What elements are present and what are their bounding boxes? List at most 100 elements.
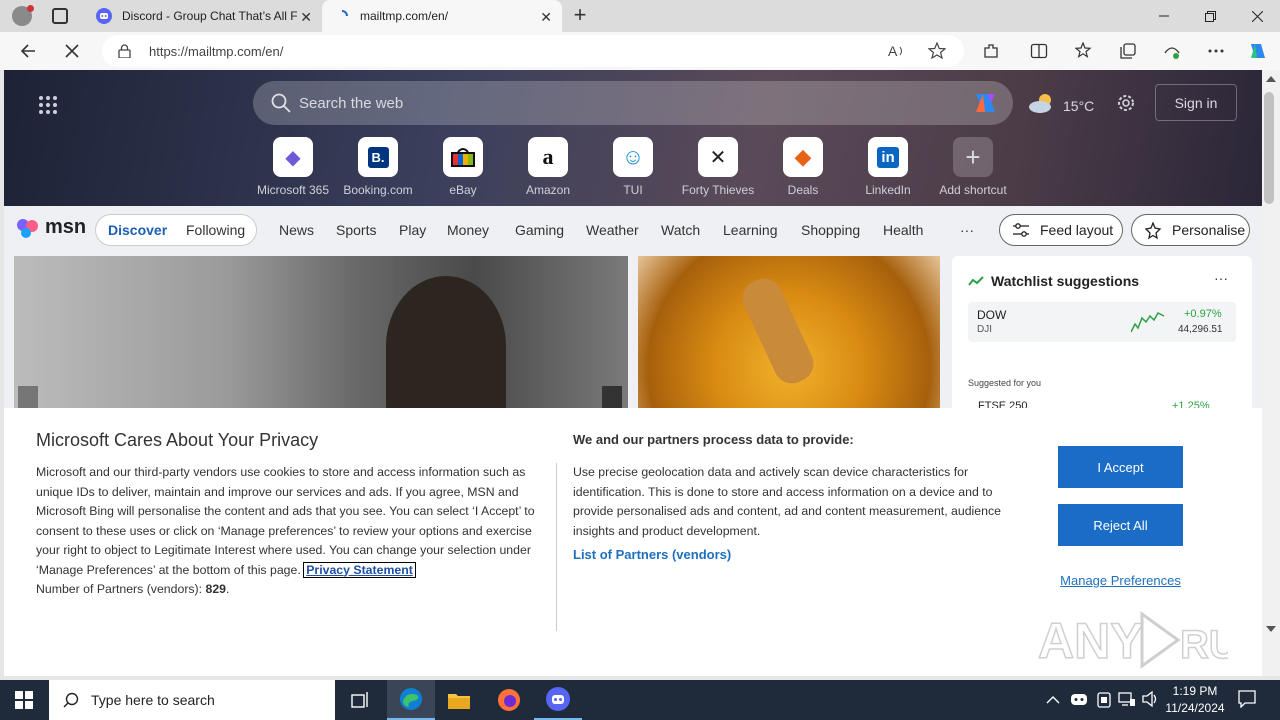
page-settings-icon[interactable] xyxy=(1116,93,1136,118)
sign-in-button[interactable]: Sign in xyxy=(1155,84,1237,121)
search-placeholder: Search the web xyxy=(299,94,404,112)
privacy-body-text: Microsoft and our third-party vendors us… xyxy=(36,465,535,577)
tab-discord[interactable]: Discord - Group Chat That’s All F ✕ xyxy=(84,0,322,32)
watchlist-row-dow[interactable]: DOW DJI +0.97% 44,296.51 xyxy=(968,302,1236,342)
personalise-label: Personalise xyxy=(1172,222,1246,238)
address-bar[interactable]: https://mailtmp.com/en/ A xyxy=(102,35,964,67)
weather-temp: 15°C xyxy=(1063,97,1095,114)
accept-button[interactable]: I Accept xyxy=(1058,446,1183,488)
amazon-icon: a xyxy=(528,137,568,177)
split-screen-icon[interactable] xyxy=(1026,38,1052,64)
svg-text:ANY: ANY xyxy=(1038,613,1144,669)
nav-money[interactable]: Money xyxy=(447,222,489,238)
copilot-icon[interactable] xyxy=(1245,38,1271,64)
discord-icon xyxy=(96,8,112,24)
close-tab-icon[interactable]: ✕ xyxy=(540,9,552,26)
nav-news[interactable]: News xyxy=(279,222,314,238)
new-tab-button[interactable]: + xyxy=(568,3,592,27)
stop-loading-icon[interactable] xyxy=(59,38,85,64)
scroll-up-icon[interactable] xyxy=(1266,76,1276,82)
defender-tray-icon[interactable] xyxy=(1096,691,1112,714)
person-silhouette xyxy=(386,276,506,416)
system-clock[interactable]: 1:19 PM 11/24/2024 xyxy=(1160,683,1230,717)
file-explorer-icon[interactable] xyxy=(435,680,483,720)
show-hidden-icons-icon[interactable] xyxy=(1046,692,1060,710)
stock-index: DJI xyxy=(977,324,992,335)
more-nav-icon[interactable]: ··· xyxy=(960,222,974,238)
weather-widget[interactable]: 15°C xyxy=(1028,92,1094,119)
app-launcher-icon[interactable] xyxy=(38,95,58,120)
discord-tray-icon[interactable] xyxy=(1070,691,1088,712)
settings-more-icon[interactable] xyxy=(1203,38,1229,64)
honey-dipper xyxy=(736,272,820,390)
tab-strip: Discord - Group Chat That’s All F ✕ mail… xyxy=(0,0,1280,32)
feed-layout-button[interactable]: Feed layout xyxy=(999,214,1123,246)
personalise-button[interactable]: Personalise xyxy=(1131,214,1250,246)
nav-watch[interactable]: Watch xyxy=(661,222,700,238)
nav-sports[interactable]: Sports xyxy=(336,222,376,238)
shortcut-amazon[interactable]: a Amazon xyxy=(508,137,588,197)
back-icon[interactable] xyxy=(15,38,41,64)
tab-discover[interactable]: Discover xyxy=(108,222,167,238)
minimize-button[interactable] xyxy=(1141,0,1187,32)
anyrun-watermark: ANY RUN xyxy=(1038,606,1228,672)
edge-taskbar-icon[interactable] xyxy=(387,680,435,720)
reject-all-button[interactable]: Reject All xyxy=(1058,504,1183,546)
favorites-icon[interactable] xyxy=(1071,38,1097,64)
discord-taskbar-icon[interactable] xyxy=(534,680,582,720)
copilot-search-icon[interactable] xyxy=(973,91,999,120)
url-text[interactable]: https://mailtmp.com/en/ xyxy=(149,44,283,59)
nav-shopping[interactable]: Shopping xyxy=(801,222,860,238)
read-aloud-icon[interactable]: A xyxy=(888,42,906,65)
msn-butterfly-icon xyxy=(17,218,38,238)
manage-preferences-link[interactable]: Manage Preferences xyxy=(1058,573,1183,588)
windows-taskbar: Type here to search 1:19 PM 11/24/2024 xyxy=(0,680,1280,720)
svg-text:RUN: RUN xyxy=(1180,623,1228,667)
tab-actions-icon[interactable] xyxy=(52,8,68,24)
msn-logo[interactable]: msn xyxy=(16,216,86,239)
news-card-hero-image[interactable] xyxy=(14,256,628,416)
page-scrollbar[interactable] xyxy=(1262,70,1280,676)
shortcut-deals[interactable]: ◆ Deals xyxy=(763,137,843,197)
add-shortcut-button[interactable]: + Add shortcut xyxy=(933,137,1013,197)
taskbar-search-placeholder: Type here to search xyxy=(91,692,215,708)
news-card-honey-image[interactable] xyxy=(638,256,940,416)
nav-gaming[interactable]: Gaming xyxy=(515,222,564,238)
nav-play[interactable]: Play xyxy=(399,222,426,238)
favorite-star-icon[interactable] xyxy=(927,41,947,65)
scroll-down-icon[interactable] xyxy=(1266,626,1276,632)
volume-icon[interactable] xyxy=(1142,690,1160,712)
performance-icon[interactable] xyxy=(1159,38,1185,64)
collections-icon[interactable] xyxy=(1115,38,1141,64)
restore-button[interactable] xyxy=(1187,0,1233,32)
privacy-statement-link[interactable]: Privacy Statement xyxy=(303,561,416,578)
close-window-button[interactable] xyxy=(1234,0,1280,32)
shortcut-linkedin[interactable]: in LinkedIn xyxy=(848,137,928,197)
shortcut-forty-thieves[interactable]: ✕ Forty Thieves xyxy=(678,137,758,197)
shortcut-ebay[interactable]: eBay xyxy=(423,137,503,197)
nav-weather[interactable]: Weather xyxy=(586,222,639,238)
network-icon[interactable] xyxy=(1118,691,1136,712)
tab-following[interactable]: Following xyxy=(186,222,245,238)
shortcut-label: Amazon xyxy=(525,183,571,197)
list-of-partners-link[interactable]: List of Partners (vendors) xyxy=(573,547,731,562)
tab-mailtmp[interactable]: mailtmp.com/en/ ✕ xyxy=(322,0,562,32)
scroll-thumb[interactable] xyxy=(1264,92,1274,204)
task-view-icon[interactable] xyxy=(336,680,384,720)
shortcut-tui[interactable]: ☺ TUI xyxy=(593,137,673,197)
shortcut-microsoft-365[interactable]: ◆ Microsoft 365 xyxy=(253,137,333,197)
nav-health[interactable]: Health xyxy=(883,222,923,238)
shortcut-booking[interactable]: B. Booking.com xyxy=(338,137,418,197)
start-button[interactable] xyxy=(0,680,48,720)
nav-learning[interactable]: Learning xyxy=(723,222,778,238)
taskbar-search[interactable]: Type here to search xyxy=(49,680,335,720)
close-tab-icon[interactable]: ✕ xyxy=(300,9,312,26)
extensions-icon[interactable] xyxy=(978,38,1004,64)
notifications-icon[interactable] xyxy=(1238,690,1256,713)
firefox-icon[interactable] xyxy=(485,680,533,720)
lock-icon[interactable] xyxy=(118,44,131,63)
watchlist-card: Watchlist suggestions ··· DOW DJI +0.97%… xyxy=(952,256,1252,416)
web-search-box[interactable]: Search the web xyxy=(253,81,1013,125)
watchlist-more-icon[interactable]: ··· xyxy=(1214,270,1228,286)
feed-layout-label: Feed layout xyxy=(1040,222,1114,238)
